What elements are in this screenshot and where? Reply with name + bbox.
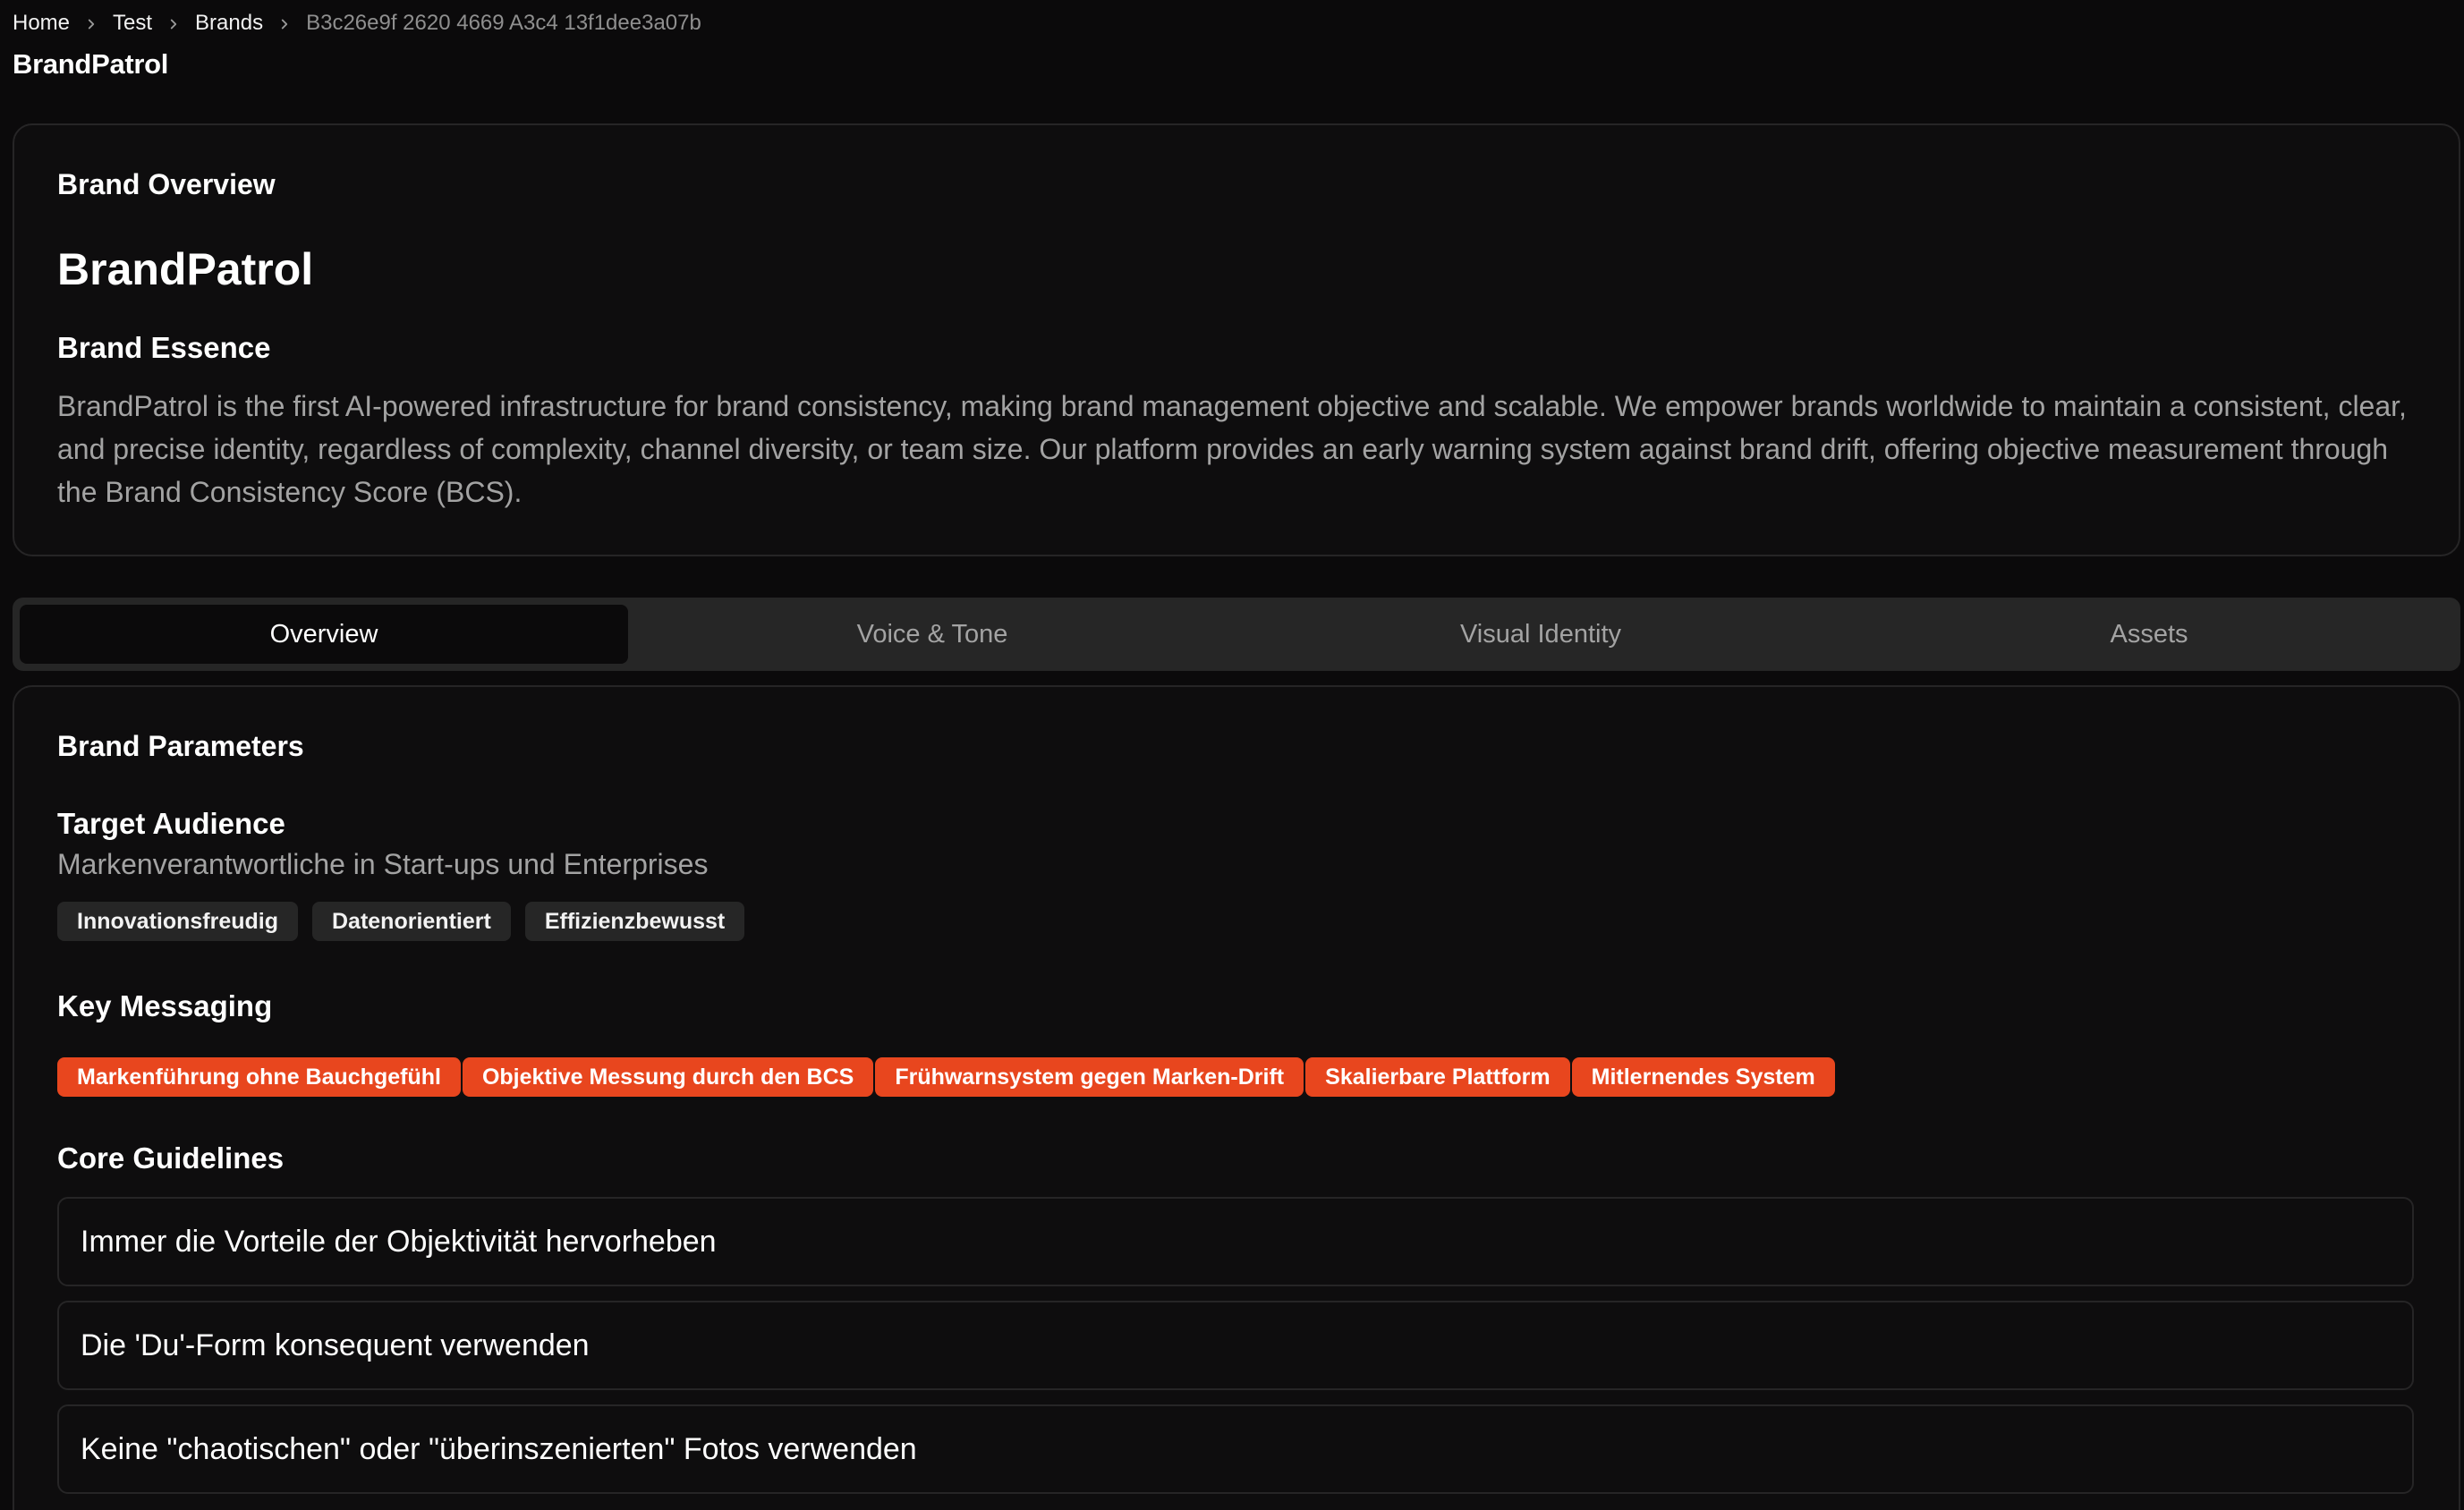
tab-bar: Overview Voice & Tone Visual Identity As… bbox=[13, 598, 2460, 671]
chevron-right-icon bbox=[70, 11, 113, 36]
guideline-item: Die 'Du'-Form konsequent verwenden bbox=[57, 1301, 2414, 1390]
breadcrumb-current: B3c26e9f 2620 4669 A3c4 13f1dee3a07b bbox=[306, 11, 701, 35]
breadcrumb: Home Test Brands B3c26e9f 2620 4669 A3c4… bbox=[13, 11, 701, 36]
brand-parameters-card: Brand Parameters Target Audience Markenv… bbox=[13, 685, 2460, 1510]
core-guidelines-label: Core Guidelines bbox=[57, 1141, 285, 1175]
tab-voice-tone[interactable]: Voice & Tone bbox=[628, 605, 1236, 664]
guideline-item: Keine "chaotischen" oder "überinszeniert… bbox=[57, 1404, 2414, 1494]
brand-parameters-heading: Brand Parameters bbox=[57, 730, 304, 762]
key-message-badge: Mitlernendes System bbox=[1571, 1057, 1835, 1097]
brand-essence-text: BrandPatrol is the first AI-powered infr… bbox=[57, 390, 2407, 508]
brand-overview-card: Brand Overview BrandPatrol Brand Essence… bbox=[13, 123, 2460, 556]
breadcrumb-test[interactable]: Test bbox=[113, 11, 152, 36]
breadcrumb-brands[interactable]: Brands bbox=[195, 11, 263, 36]
key-message-badge: Frühwarnsystem gegen Marken-Drift bbox=[875, 1057, 1304, 1097]
audience-traits: Innovationsfreudig Datenorientiert Effiz… bbox=[57, 902, 759, 941]
page: Home Test Brands B3c26e9f 2620 4669 A3c4… bbox=[0, 0, 2464, 1510]
audience-trait-badge: Datenorientiert bbox=[312, 902, 511, 941]
audience-trait-badge: Innovationsfreudig bbox=[57, 902, 298, 941]
key-message-badge: Markenführung ohne Bauchgefühl bbox=[57, 1057, 461, 1097]
brand-name: BrandPatrol bbox=[57, 244, 314, 294]
key-messages: Markenführung ohne Bauchgefühl Objektive… bbox=[57, 1057, 1837, 1097]
tab-assets[interactable]: Assets bbox=[1845, 605, 2453, 664]
tab-visual-identity[interactable]: Visual Identity bbox=[1236, 605, 1845, 664]
chevron-right-icon bbox=[152, 11, 195, 36]
guideline-item: Immer die Vorteile der Objektivität herv… bbox=[57, 1197, 2414, 1286]
key-message-badge: Objektive Messung durch den BCS bbox=[462, 1057, 874, 1097]
target-audience-description: Markenverantwortliche in Start-ups und E… bbox=[57, 848, 709, 880]
brand-essence-label: Brand Essence bbox=[57, 331, 271, 364]
target-audience-label: Target Audience bbox=[57, 807, 285, 840]
key-messaging-label: Key Messaging bbox=[57, 989, 273, 1022]
breadcrumb-home[interactable]: Home bbox=[13, 11, 70, 36]
page-title: BrandPatrol bbox=[13, 48, 169, 80]
core-guidelines-list: Immer die Vorteile der Objektivität herv… bbox=[57, 1197, 2414, 1508]
tab-overview[interactable]: Overview bbox=[20, 605, 628, 664]
chevron-right-icon bbox=[263, 11, 306, 36]
audience-trait-badge: Effizienzbewusst bbox=[524, 902, 745, 941]
brand-overview-heading: Brand Overview bbox=[57, 168, 276, 200]
key-message-badge: Skalierbare Plattform bbox=[1305, 1057, 1570, 1097]
